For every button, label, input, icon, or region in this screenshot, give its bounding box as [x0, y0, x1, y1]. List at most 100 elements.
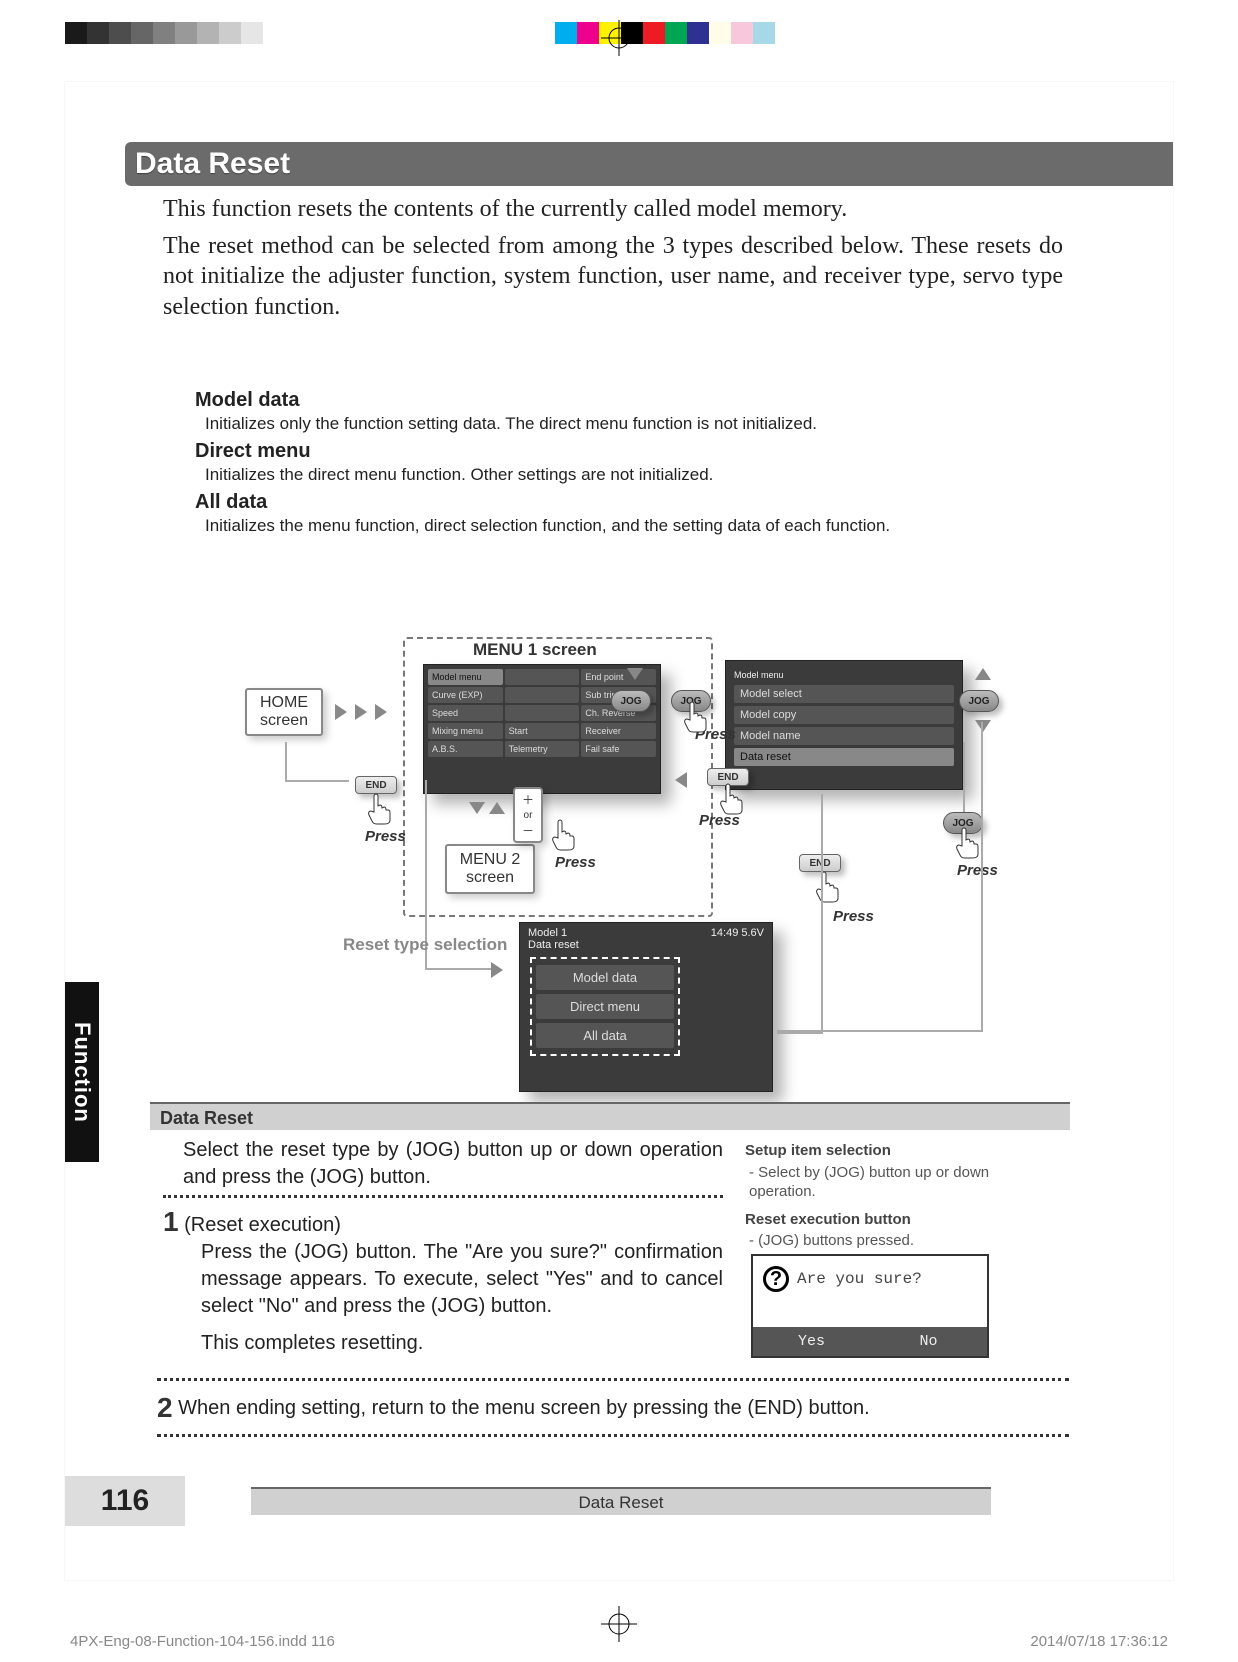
setup-item-heading: Setup item selection — [745, 1141, 1025, 1161]
instruction-lead: Select the reset type by (JOG) button up… — [183, 1137, 723, 1191]
instructions-left: Select the reset type by (JOG) button up… — [163, 1137, 723, 1357]
swatch — [577, 22, 599, 44]
pm-or: or — [524, 810, 533, 821]
hand-icon — [681, 700, 711, 734]
hand-icon — [365, 792, 395, 826]
menu1-item — [505, 669, 580, 685]
reset-screen: Model 1 14:49 5.6V Data reset Model data… — [519, 922, 773, 1092]
definition-list: Model data Initializes only the function… — [195, 387, 1065, 542]
model-menu-header: Model menu — [734, 670, 954, 682]
swatch — [87, 22, 109, 44]
reset-option: Model data — [536, 965, 674, 990]
menu2-label: MENU 2 screen — [460, 851, 520, 886]
model-menu-item: Model copy — [734, 706, 954, 724]
menu1-item: Curve (EXP) — [428, 687, 503, 703]
swatch — [555, 22, 577, 44]
reset-exec-heading: Reset execution button — [745, 1210, 1025, 1230]
arrow-icon — [489, 802, 505, 814]
arrow-icon — [335, 704, 347, 720]
menu1-item: Model menu — [428, 669, 503, 685]
arrow-icon — [375, 704, 387, 720]
swatch — [753, 22, 775, 44]
reset-option: Direct menu — [536, 994, 674, 1019]
menu1-item: Telemetry — [505, 741, 580, 757]
step2: 2 When ending setting, return to the men… — [157, 1392, 1067, 1424]
reset-model-label: Model 1 — [528, 927, 567, 939]
intro-text: This function resets the contents of the… — [163, 194, 1063, 329]
arrow-icon — [975, 668, 991, 680]
swatch — [219, 22, 241, 44]
menu1-item: Speed — [428, 705, 503, 721]
term-model-data: Model data — [195, 389, 1065, 412]
step1-body: Press the (JOG) button. The "Are you sur… — [201, 1239, 723, 1320]
model-menu-item: Model select — [734, 685, 954, 703]
desc-all-data: Initializes the menu function, direct se… — [205, 516, 1065, 536]
page-number: 116 — [65, 1476, 185, 1526]
confirm-no: No — [870, 1327, 987, 1356]
hand-icon — [953, 826, 983, 860]
press-label: Press — [957, 862, 998, 879]
swatch — [175, 22, 197, 44]
swatch — [643, 22, 665, 44]
menu1-label: MENU 1 screen — [473, 640, 597, 660]
step1-title: (Reset execution) — [184, 1214, 341, 1236]
jog-button: JOG — [959, 690, 999, 712]
question-icon: ? — [763, 1266, 789, 1292]
confirm-yes: Yes — [753, 1327, 870, 1356]
connector — [981, 722, 983, 1032]
confirm-message: Are you sure? — [797, 1270, 922, 1288]
arrow-icon — [675, 772, 687, 788]
minus-icon: － — [522, 822, 534, 839]
menu1-item: End point — [581, 669, 656, 685]
menu1-item: Mixing menu — [428, 723, 503, 739]
intro-p2: The reset method can be selected from am… — [163, 231, 1063, 323]
connector — [285, 780, 349, 782]
hand-icon — [717, 782, 747, 816]
swatch — [65, 22, 87, 44]
swatch — [665, 22, 687, 44]
step1-done: This completes resetting. — [201, 1330, 723, 1357]
confirm-dialog: ? Are you sure? Yes No — [751, 1254, 989, 1358]
step-number: 2 — [157, 1392, 173, 1423]
step-number: 1 — [163, 1206, 179, 1237]
desc-direct-menu: Initializes the direct menu function. Ot… — [205, 465, 1065, 485]
dotted-divider — [163, 1195, 723, 1198]
imprint-line: 4PX-Eng-08-Function-104-156.indd 116 201… — [70, 1633, 1168, 1650]
color-swatches — [555, 22, 797, 44]
dotted-divider — [157, 1434, 1069, 1437]
swatch — [241, 22, 263, 44]
swatch — [687, 22, 709, 44]
home-label: HOME screen — [260, 694, 308, 729]
connector — [777, 1030, 983, 1032]
hand-icon — [549, 818, 579, 852]
footer-band: Data Reset — [251, 1487, 991, 1515]
arrow-icon — [491, 962, 503, 978]
swatch — [709, 22, 731, 44]
plus-icon: ＋ — [522, 791, 534, 808]
arrow-icon — [355, 704, 367, 720]
press-label: Press — [833, 908, 874, 925]
connector — [425, 968, 491, 970]
intro-p1: This function resets the contents of the… — [163, 194, 1063, 225]
section-subheader: Data Reset — [150, 1102, 1070, 1130]
connector — [821, 794, 823, 1034]
page-title: Data Reset — [125, 142, 1173, 186]
home-screen-box: HOME screen — [245, 688, 323, 736]
reset-subtitle: Data reset — [520, 939, 772, 951]
reset-type-label: Reset type selection — [343, 935, 507, 955]
jog-button: JOG — [611, 690, 651, 712]
setup-item-text: Select by (JOG) button up or down operat… — [749, 1163, 1025, 1202]
instructions-right: Setup item selection Select by (JOG) but… — [745, 1137, 1025, 1259]
menu2-screen-box: MENU 2 screen — [445, 844, 535, 894]
registration-mark-top — [599, 18, 639, 58]
menu1-item: Start — [505, 723, 580, 739]
swatch — [731, 22, 753, 44]
swatch — [197, 22, 219, 44]
menu1-screen: Model menu End point Curve (EXP) Sub tri… — [423, 664, 661, 794]
page-body: Data Reset This function resets the cont… — [65, 82, 1173, 1580]
grayscale-swatches — [65, 22, 285, 44]
desc-model-data: Initializes only the function setting da… — [205, 414, 1065, 434]
dotted-divider — [157, 1378, 1069, 1381]
menu1-item — [505, 687, 580, 703]
swatch — [153, 22, 175, 44]
